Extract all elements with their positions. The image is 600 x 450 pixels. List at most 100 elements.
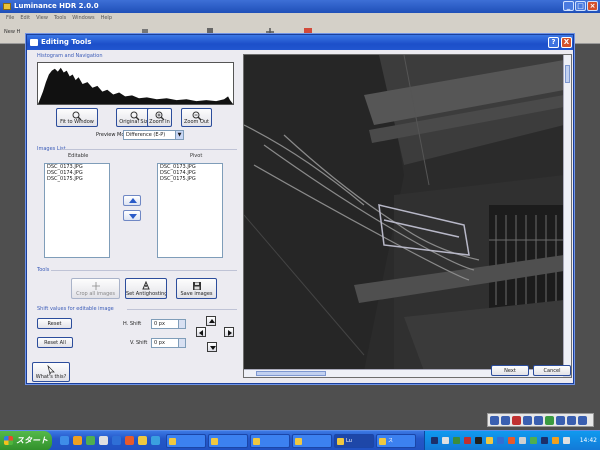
save-images-button[interactable]: Save images [176,278,217,299]
v-shift-spinbox[interactable]: 0 px [151,338,186,348]
tray-icon[interactable] [475,437,482,444]
tray-icon[interactable] [508,437,515,444]
taskbar-button[interactable] [292,434,332,448]
arrow-down-icon [129,214,137,219]
tray-icon[interactable] [534,416,543,425]
menu-help[interactable]: Help [101,13,112,24]
quicklaunch-icon[interactable] [138,436,147,445]
next-button[interactable]: Next [491,365,529,376]
menu-tools[interactable]: Tools [54,13,66,24]
crop-all-images-button[interactable]: Crop all images [71,278,120,299]
tray-icon[interactable] [464,437,471,444]
app-title: Luminance HDR 2.0.0 [14,2,99,10]
tray-icon[interactable] [523,416,532,425]
shift-down-button[interactable] [207,342,217,352]
menu-edit[interactable]: Edit [20,13,30,24]
tray-icon[interactable] [552,437,559,444]
reset-button[interactable]: Reset [37,318,72,329]
tray-icon[interactable] [431,437,438,444]
move-down-button[interactable] [123,210,141,221]
fit-to-window-label: Fit to Window [60,119,94,125]
arrow-up-icon [129,198,137,203]
shift-left-button[interactable] [196,327,206,337]
v-shift-label: V. Shift [130,340,148,346]
editable-images-list[interactable]: DSC_0173.JPG DSC_0174.JPG DSC_0175.JPG [44,163,110,258]
volume-icon[interactable] [563,437,570,444]
tray-icon[interactable] [567,416,576,425]
taskbar-button[interactable] [208,434,248,448]
tray-icon[interactable] [453,437,460,444]
set-antighosting-button[interactable]: Set Antighosting [125,278,167,299]
set-antighosting-label: Set Antighosting [126,291,167,297]
quicklaunch-icon[interactable] [60,436,69,445]
h-shift-value: 0 px [154,321,165,327]
image-preview[interactable] [243,54,572,378]
list-item[interactable]: DSC_0175.JPG [158,176,222,182]
help-button[interactable]: ? [548,37,559,48]
menu-windows[interactable]: Windows [72,13,94,24]
close-button[interactable]: × [587,1,598,11]
app-titlebar: Luminance HDR 2.0.0 _ □ × [0,0,600,13]
taskbar-button[interactable] [166,434,206,448]
quicklaunch-icon[interactable] [73,436,82,445]
antighosting-icon [142,281,150,290]
vertical-scrollbar[interactable] [563,55,571,371]
tray-icon[interactable] [490,416,499,425]
tray-icon[interactable] [556,416,565,425]
tray-icon[interactable] [578,416,587,425]
whats-this-button[interactable]: What's this? [32,362,70,382]
shift-right-button[interactable] [224,327,234,337]
menubar: File Edit View Tools Windows Help [0,13,600,24]
menu-view[interactable]: View [36,13,48,24]
tray-icon[interactable] [501,416,510,425]
tray-icon[interactable] [512,416,521,425]
chevron-down-icon: ▼ [175,131,183,139]
h-shift-spinbox[interactable]: 0 px [151,319,186,329]
maximize-button[interactable]: □ [575,1,586,11]
quicklaunch-icon[interactable] [86,436,95,445]
shift-up-button[interactable] [206,316,216,326]
tray-icon[interactable] [486,437,493,444]
app-logo-icon [3,3,11,10]
tray-icon[interactable] [442,437,449,444]
reset-label: Reset [47,320,62,327]
clock[interactable]: 14:42 [580,431,597,450]
new-hdr-button[interactable]: New H [4,29,20,35]
arrow-down-icon [210,346,216,350]
histogram-section-label: Histogram and Navigation [37,53,103,59]
tray-icon[interactable] [541,437,548,444]
taskbar-button[interactable]: ス [376,434,416,448]
scroll-thumb[interactable] [256,371,326,376]
preview-mode-select[interactable]: Difference (E-P) ▼ [123,130,184,140]
dialog-close-button[interactable]: X [561,37,572,48]
quicklaunch-icon[interactable] [125,436,134,445]
pivot-images-list[interactable]: DSC_0173.JPG DSC_0174.JPG DSC_0175.JPG [157,163,223,258]
h-shift-label: H. Shift [123,321,142,327]
v-shift-value: 0 px [154,340,165,346]
cancel-button[interactable]: Cancel [533,365,571,376]
taskbar-button[interactable] [250,434,290,448]
reset-all-button[interactable]: Reset All [37,337,73,348]
taskbar-button-luminance[interactable]: Lu [334,434,374,448]
zoom-in-button[interactable]: Zoom In [147,108,172,127]
start-button[interactable]: スタート [0,431,52,450]
zoom-out-button[interactable]: Zoom Out [181,108,212,127]
tray-icon[interactable] [497,437,504,444]
scroll-thumb[interactable] [565,65,570,83]
tray-icon[interactable] [530,437,537,444]
app-logo-icon [337,438,344,445]
zoom-in-label: Zoom In [149,119,170,125]
move-up-button[interactable] [123,195,141,206]
app-window-controls: _ □ × [563,1,598,11]
list-item[interactable]: DSC_0175.JPG [45,176,109,182]
menu-file[interactable]: File [6,13,14,24]
quicklaunch-icon[interactable] [151,436,160,445]
shift-section-label: Shift values for editable image [37,306,114,312]
quicklaunch-icon[interactable] [112,436,121,445]
fit-to-window-button[interactable]: Fit to Window [56,108,98,127]
tray-icon[interactable] [519,437,526,444]
quicklaunch-icon[interactable] [99,436,108,445]
section-divider [51,270,237,271]
tray-icon[interactable] [545,416,554,425]
minimize-button[interactable]: _ [563,1,574,11]
